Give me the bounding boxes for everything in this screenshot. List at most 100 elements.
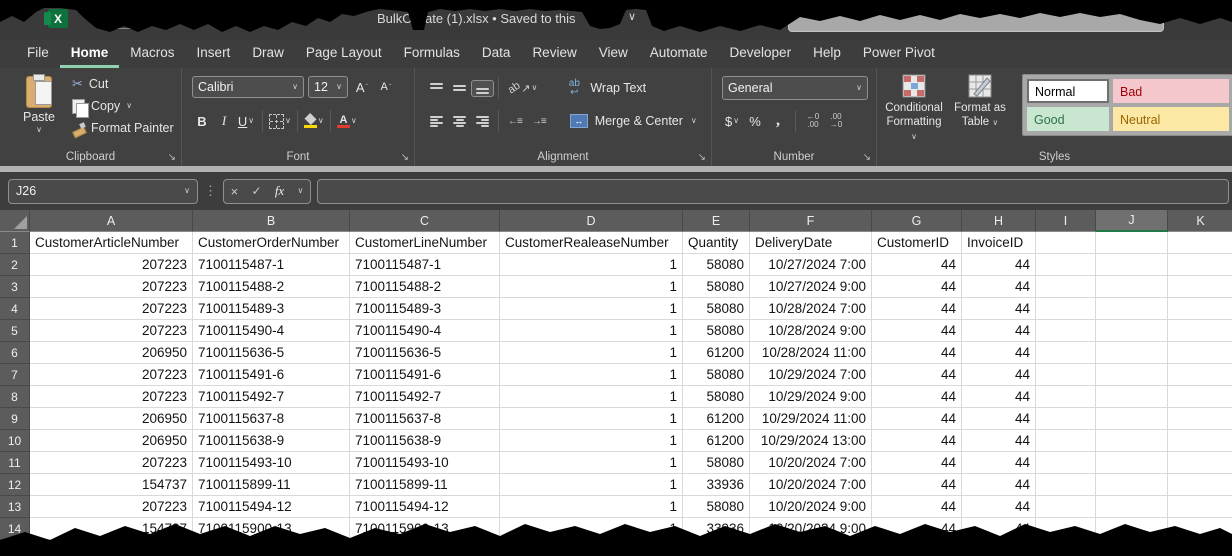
cell-I8[interactable] [1036, 386, 1096, 408]
menu-tab-automate[interactable]: Automate [639, 40, 719, 68]
cell-A10[interactable]: 206950 [30, 430, 193, 452]
cell-F9[interactable]: 10/29/2024 11:00 [750, 408, 872, 430]
top-align-button[interactable] [425, 80, 448, 97]
cell-F10[interactable]: 10/29/2024 13:00 [750, 430, 872, 452]
column-header-C[interactable]: C [350, 210, 500, 232]
cell-F14[interactable]: 10/20/2024 9:00 [750, 518, 872, 540]
row-header-7[interactable]: 7 [0, 364, 30, 386]
cell-A1[interactable]: CustomerArticleNumber [30, 232, 193, 254]
cell-C13[interactable]: 7100115494-12 [350, 496, 500, 518]
cell-E7[interactable]: 58080 [683, 364, 750, 386]
cell-F3[interactable]: 10/27/2024 9:00 [750, 276, 872, 298]
font-dialog-launcher[interactable]: ↘ [401, 152, 409, 163]
row-header-14[interactable]: 14 [0, 518, 30, 540]
cell-G5[interactable]: 44 [872, 320, 962, 342]
column-header-E[interactable]: E [683, 210, 750, 232]
cell-I6[interactable] [1036, 342, 1096, 364]
menu-tab-data[interactable]: Data [471, 40, 522, 68]
comma-format-button[interactable]: , [768, 111, 788, 131]
cell-J13[interactable] [1096, 496, 1168, 518]
decrease-indent-button[interactable]: ←≡ [503, 113, 527, 130]
cell-D2[interactable]: 1 [500, 254, 683, 276]
cell-K9[interactable] [1168, 408, 1232, 430]
underline-button[interactable]: U ∨ [236, 111, 256, 131]
row-header-12[interactable]: 12 [0, 474, 30, 496]
cell-H4[interactable]: 44 [962, 298, 1036, 320]
cell-F4[interactable]: 10/28/2024 7:00 [750, 298, 872, 320]
cancel-icon[interactable]: × [231, 184, 239, 199]
clipboard-dialog-launcher[interactable]: ↘ [168, 152, 176, 163]
cell-F8[interactable]: 10/29/2024 9:00 [750, 386, 872, 408]
cell-K13[interactable] [1168, 496, 1232, 518]
cell-K5[interactable] [1168, 320, 1232, 342]
cell-G8[interactable]: 44 [872, 386, 962, 408]
cell-B5[interactable]: 7100115490-4 [193, 320, 350, 342]
cell-I3[interactable] [1036, 276, 1096, 298]
cell-F5[interactable]: 10/28/2024 9:00 [750, 320, 872, 342]
cell-H2[interactable]: 44 [962, 254, 1036, 276]
row-header-3[interactable]: 3 [0, 276, 30, 298]
increase-font-size-button[interactable]: Aˆ [352, 77, 372, 97]
cell-J1[interactable] [1096, 232, 1168, 254]
cell-D3[interactable]: 1 [500, 276, 683, 298]
row-header-8[interactable]: 8 [0, 386, 30, 408]
italic-button[interactable]: I [214, 111, 234, 131]
align-left-button[interactable] [425, 113, 448, 130]
title-dropdown-chevron-icon[interactable]: ∨ [628, 10, 636, 23]
cell-E14[interactable]: 33936 [683, 518, 750, 540]
cell-D7[interactable]: 1 [500, 364, 683, 386]
percent-format-button[interactable]: % [745, 111, 765, 131]
row-header-11[interactable]: 11 [0, 452, 30, 474]
cell-K3[interactable] [1168, 276, 1232, 298]
cell-B11[interactable]: 7100115493-10 [193, 452, 350, 474]
cell-H7[interactable]: 44 [962, 364, 1036, 386]
bold-button[interactable]: B [192, 111, 212, 131]
merge-center-button[interactable]: ↔ Merge & Center ∨ [565, 111, 702, 131]
column-header-D[interactable]: D [500, 210, 683, 232]
cell-G3[interactable]: 44 [872, 276, 962, 298]
cell-C4[interactable]: 7100115489-3 [350, 298, 500, 320]
row-header-6[interactable]: 6 [0, 342, 30, 364]
cell-E2[interactable]: 58080 [683, 254, 750, 276]
cell-B13[interactable]: 7100115494-12 [193, 496, 350, 518]
cell-B6[interactable]: 7100115636-5 [193, 342, 350, 364]
cell-F7[interactable]: 10/29/2024 7:00 [750, 364, 872, 386]
cell-D6[interactable]: 1 [500, 342, 683, 364]
cell-I7[interactable] [1036, 364, 1096, 386]
align-center-button[interactable] [448, 113, 471, 130]
cell-G12[interactable]: 44 [872, 474, 962, 496]
fill-color-button[interactable]: ∨ [304, 111, 324, 131]
cell-B7[interactable]: 7100115491-6 [193, 364, 350, 386]
currency-format-button[interactable]: $ ∨ [722, 111, 742, 131]
cell-H8[interactable]: 44 [962, 386, 1036, 408]
menu-tab-power-pivot[interactable]: Power Pivot [852, 40, 946, 68]
cell-C10[interactable]: 7100115638-9 [350, 430, 500, 452]
cell-C3[interactable]: 7100115488-2 [350, 276, 500, 298]
menu-tab-developer[interactable]: Developer [719, 40, 803, 68]
cell-G6[interactable]: 44 [872, 342, 962, 364]
cell-I12[interactable] [1036, 474, 1096, 496]
cell-A11[interactable]: 207223 [30, 452, 193, 474]
cell-A6[interactable]: 206950 [30, 342, 193, 364]
paste-button[interactable]: Paste ∨ [14, 76, 64, 142]
cell-B2[interactable]: 7100115487-1 [193, 254, 350, 276]
cell-C1[interactable]: CustomerLineNumber [350, 232, 500, 254]
column-header-F[interactable]: F [750, 210, 872, 232]
cell-H9[interactable]: 44 [962, 408, 1036, 430]
cell-B1[interactable]: CustomerOrderNumber [193, 232, 350, 254]
cell-J3[interactable] [1096, 276, 1168, 298]
cell-H3[interactable]: 44 [962, 276, 1036, 298]
cell-E9[interactable]: 61200 [683, 408, 750, 430]
cell-J8[interactable] [1096, 386, 1168, 408]
select-all-corner[interactable] [0, 210, 30, 232]
menu-tab-file[interactable]: File [16, 40, 60, 68]
number-format-combo[interactable]: General ∨ [722, 76, 868, 100]
row-header-9[interactable]: 9 [0, 408, 30, 430]
menu-tab-macros[interactable]: Macros [119, 40, 185, 68]
number-dialog-launcher[interactable]: ↘ [863, 152, 871, 163]
enter-icon[interactable]: ✓ [251, 184, 261, 198]
cell-J5[interactable] [1096, 320, 1168, 342]
column-header-A[interactable]: A [30, 210, 193, 232]
cell-K6[interactable] [1168, 342, 1232, 364]
row-header-10[interactable]: 10 [0, 430, 30, 452]
